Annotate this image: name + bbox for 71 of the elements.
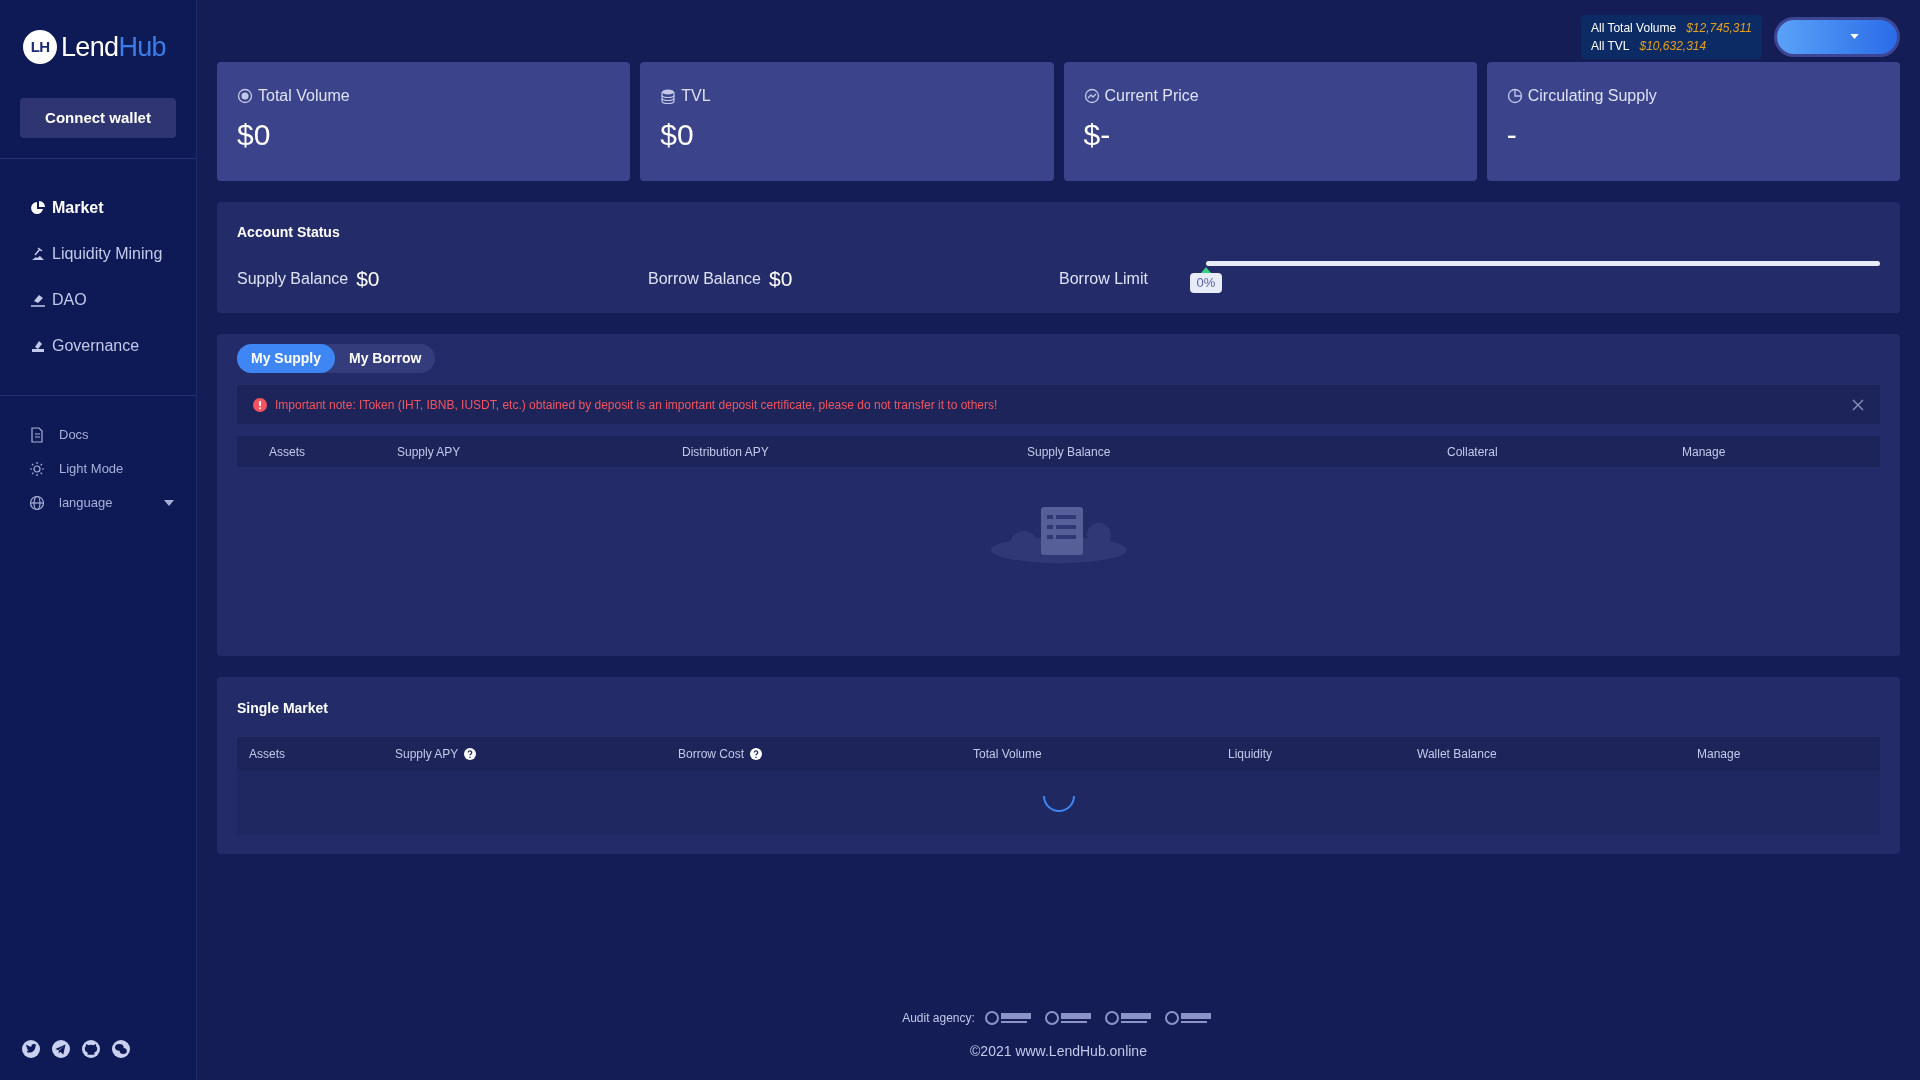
column-header: Supply APY	[395, 746, 459, 763]
nav-item[interactable]: DAO	[0, 277, 196, 323]
total-label: All TVL	[1591, 37, 1630, 55]
caret-icon	[164, 500, 174, 506]
account-dropdown[interactable]	[1774, 16, 1900, 57]
bird-icon[interactable]	[22, 1040, 40, 1058]
column-header: Supply Balance	[1027, 444, 1111, 459]
eraser-icon	[30, 292, 46, 308]
warning-text: Important note: IToken (IHT, IBNB, IUSDT, etc.) obtained by deposit is an important deposit certificate, please do not transfer it to others!	[275, 396, 999, 414]
column-header: Wallet Balance	[1417, 746, 1497, 763]
stat-title: Current Price	[1104, 86, 1199, 106]
paper-plane-icon[interactable]	[52, 1040, 70, 1058]
logo-mark: LH	[23, 30, 57, 64]
borrow-limit-tooltip: 0%	[1189, 273, 1222, 293]
column-header: Assets	[249, 746, 285, 763]
coin-stack-icon	[660, 88, 677, 104]
help-icon[interactable]	[750, 748, 763, 760]
warning-icon	[253, 397, 267, 412]
sidebar-link[interactable]: Light Mode	[0, 452, 196, 486]
borrow-balance-label: Borrow Balance	[648, 269, 761, 289]
column-header: Total Volume	[973, 746, 1042, 763]
sidebar-link[interactable]: Docs	[0, 418, 196, 452]
borrow-limit-label: Borrow Limit	[1059, 269, 1148, 289]
audit-label: Audit agency:	[902, 1010, 975, 1027]
supply-balance-value: $0	[356, 266, 380, 293]
copyright-text: ©2021 www.LendHub.online	[970, 1042, 1147, 1061]
logo-wordmark: LendHub	[61, 33, 166, 61]
trend-icon	[1083, 88, 1100, 104]
help-icon[interactable]	[464, 748, 477, 760]
sun-icon	[29, 461, 45, 477]
column-header: Distribution APY	[682, 444, 769, 459]
stat-title: TVL	[681, 86, 711, 106]
column-header: Manage	[1697, 746, 1741, 763]
total-value: $10,632,314	[1639, 37, 1707, 55]
panel-title: Account Status	[237, 223, 341, 242]
total-value: $12,745,311	[1686, 19, 1752, 37]
column-header: Manage	[1682, 444, 1726, 459]
column-header: Supply APY	[397, 444, 461, 459]
globe-icon	[29, 495, 45, 511]
stat-value: $0	[660, 117, 695, 153]
column-header: Liquidity	[1228, 746, 1273, 763]
pie-chart-icon	[1506, 88, 1523, 104]
close-icon[interactable]	[1852, 398, 1864, 411]
column-header: Borrow Cost	[678, 746, 745, 763]
pickaxe-icon	[30, 246, 46, 262]
total-label: All Total Volume	[1591, 19, 1677, 37]
cat-icon[interactable]	[82, 1040, 100, 1058]
stat-value: $0	[237, 117, 272, 153]
column-header: Assets	[269, 444, 305, 459]
coin-icon	[237, 88, 253, 104]
pie-chart-icon	[30, 200, 46, 216]
tab[interactable]: My Supply	[237, 344, 335, 373]
chat-bubbles-icon[interactable]	[112, 1040, 130, 1058]
nav-item[interactable]: Liquidity Mining	[0, 231, 196, 277]
column-header: Collateral	[1447, 444, 1498, 459]
nav-item[interactable]: Governance	[0, 323, 196, 369]
supply-balance-label: Supply Balance	[237, 269, 349, 289]
language-dropdown[interactable]: language	[0, 486, 196, 520]
vote-icon	[30, 338, 46, 354]
document-icon	[29, 427, 45, 443]
loading-spinner-icon	[1042, 794, 1075, 812]
borrow-balance-value: $0	[768, 266, 793, 293]
stat-title: Circulating Supply	[1527, 86, 1657, 106]
panel-title: Single Market	[237, 699, 330, 718]
tab[interactable]: My Borrow	[335, 344, 436, 373]
nav-item[interactable]: Market	[0, 185, 196, 231]
stat-value: -	[1506, 117, 1518, 153]
stat-title: Total Volume	[258, 86, 350, 106]
caret-icon	[1850, 34, 1859, 39]
stat-value: $-	[1083, 117, 1112, 153]
connect-wallet-button[interactable]: Connect wallet	[20, 98, 176, 138]
